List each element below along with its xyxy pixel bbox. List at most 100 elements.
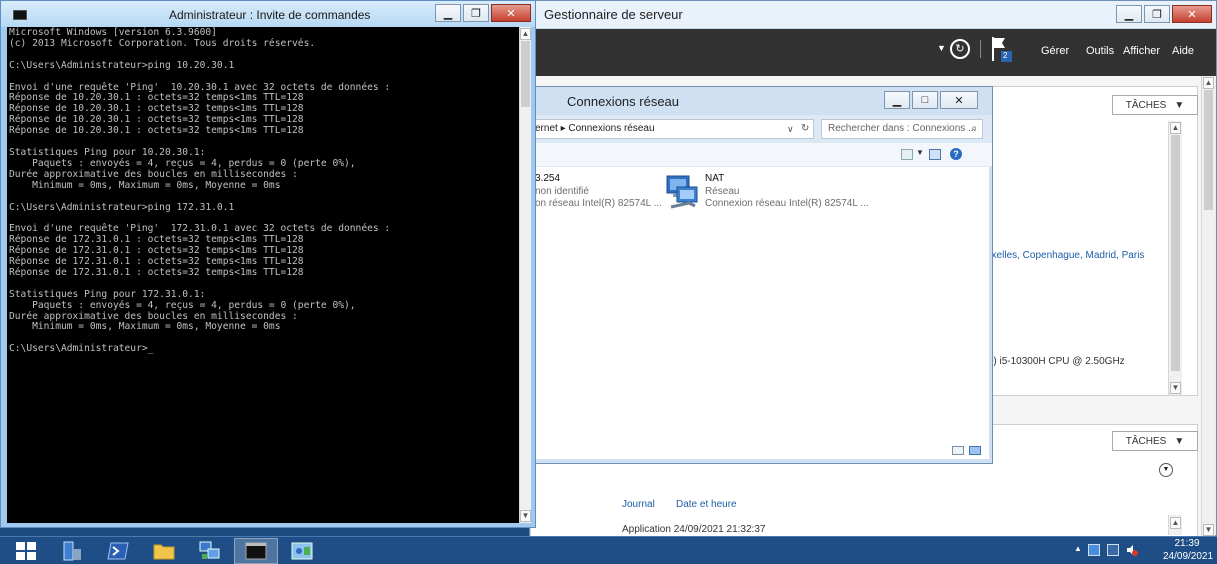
console-text: Microsoft Windows [version 6.3.9600] (c)… xyxy=(9,27,391,355)
scroll-up-icon[interactable]: ▲ xyxy=(1170,122,1181,134)
menu-manage[interactable]: Gérer xyxy=(1041,45,1069,57)
details-view-icon[interactable] xyxy=(952,446,964,455)
powershell-icon xyxy=(107,542,129,560)
refresh-icon[interactable]: ↻ xyxy=(950,39,970,59)
maximize-button[interactable]: ❐ xyxy=(1144,5,1170,23)
taskbar-server-manager[interactable] xyxy=(50,538,94,564)
taskbar-network-connections[interactable] xyxy=(188,538,232,564)
console-scroll-thumb[interactable] xyxy=(521,41,530,107)
menu-tools[interactable]: Outils xyxy=(1086,45,1114,57)
network-connections-titlebar[interactable]: Connexions réseau ▁ □ ✕ xyxy=(530,87,992,115)
flag-icon[interactable]: 2 xyxy=(991,35,1013,63)
chevron-down-icon: ▼ xyxy=(1174,99,1185,111)
server-manager-header: ▼ ↻ 2 Gérer Outils Afficher Aide xyxy=(530,29,1216,76)
maximize-button[interactable]: ❐ xyxy=(463,4,489,22)
events-tasks-dropdown-button[interactable]: TÂCHES ▼ xyxy=(1112,431,1198,451)
tray-expand-icon[interactable]: ▲ xyxy=(1074,544,1082,553)
taskbar-control-panel[interactable] xyxy=(280,538,324,564)
network-tray-icon[interactable] xyxy=(1107,544,1119,556)
address-bar-row: ernet ▸ Connexions réseau ∨ ↻ Rechercher… xyxy=(530,115,992,143)
menu-view[interactable]: Afficher xyxy=(1123,45,1160,57)
command-prompt-title: Administrateur : Invite de commandes xyxy=(169,8,371,22)
windows-logo-icon xyxy=(16,542,36,560)
taskbar-command-prompt[interactable] xyxy=(234,538,278,564)
tasks-label: TÂCHES xyxy=(1125,99,1167,111)
address-dropdown-icon[interactable]: ∨ xyxy=(787,120,794,138)
network-icon xyxy=(199,541,220,559)
scroll-thumb[interactable] xyxy=(1171,135,1180,371)
command-prompt-window: Administrateur : Invite de commandes ▁ ❐… xyxy=(0,0,536,528)
help-icon[interactable]: ? xyxy=(950,148,962,160)
clock-date: 24/09/2021 xyxy=(1163,551,1214,562)
scroll-up-icon[interactable]: ▲ xyxy=(1170,517,1181,529)
search-input[interactable]: Rechercher dans : Connexions ... ⌕ xyxy=(821,119,983,139)
system-clock[interactable]: 21:39 24/09/2021 xyxy=(1163,537,1214,563)
adapter-device: on réseau Intel(R) 82574L ... xyxy=(535,198,662,209)
cmd-icon xyxy=(245,542,267,560)
timezone-link[interactable]: uxelles, Copenhague, Madrid, Paris xyxy=(986,250,1144,261)
close-button[interactable]: ✕ xyxy=(491,4,531,22)
close-button[interactable]: ✕ xyxy=(940,91,978,109)
scroll-up-icon[interactable]: ▲ xyxy=(520,28,531,40)
scroll-down-icon[interactable]: ▼ xyxy=(520,510,531,522)
console-icon xyxy=(13,10,27,20)
network-connections-window: Connexions réseau ▁ □ ✕ ernet ▸ Connexio… xyxy=(529,86,993,464)
adapter-item-nat[interactable]: NAT Réseau Connexion réseau Intel(R) 825… xyxy=(661,171,991,217)
adapter-item-lan[interactable]: 3.254 non identifié on réseau Intel(R) 8… xyxy=(535,173,665,217)
adapter-status: Réseau xyxy=(705,186,740,197)
notification-count: 2 xyxy=(1003,51,1008,60)
properties-scrollbar[interactable]: ▲ ▼ xyxy=(1168,121,1182,395)
breadcrumb-current[interactable]: Connexions réseau xyxy=(568,123,654,134)
main-scrollbar[interactable]: ▲ ▼ xyxy=(1201,76,1215,537)
tab-journal[interactable]: Journal xyxy=(622,499,655,510)
close-button[interactable]: ✕ xyxy=(1172,5,1212,23)
preview-pane-icon[interactable] xyxy=(929,149,941,160)
console-scrollbar[interactable]: ▲ ▼ xyxy=(519,27,531,523)
tab-date-time[interactable]: Date et heure xyxy=(676,499,737,510)
network-toolbar: ▼ ? xyxy=(530,143,992,167)
scroll-down-icon[interactable]: ▼ xyxy=(1170,382,1181,394)
server-manager-title: Gestionnaire de serveur xyxy=(544,7,683,22)
expand-circle-icon[interactable]: ▼ xyxy=(1159,463,1173,477)
events-tasks-label: TÂCHES xyxy=(1125,435,1167,447)
server-manager-titlebar[interactable]: Gestionnaire de serveur ▁ ❐ ✕ xyxy=(530,1,1216,29)
scroll-down-icon[interactable]: ▼ xyxy=(1203,524,1214,536)
chevron-down-icon: ▼ xyxy=(1174,435,1185,447)
maximize-button[interactable]: □ xyxy=(912,91,938,109)
clock-time: 21:39 xyxy=(1174,538,1200,549)
control-panel-icon xyxy=(291,542,313,560)
large-icons-view-icon[interactable] xyxy=(969,446,981,455)
main-scroll-thumb[interactable] xyxy=(1204,90,1213,210)
address-bar[interactable]: ernet ▸ Connexions réseau ∨ ↻ xyxy=(530,119,814,139)
cpu-info: ®) i5-10300H CPU @ 2.50GHz xyxy=(986,356,1125,367)
search-icon[interactable]: ⌕ xyxy=(971,120,977,138)
adapter-status: non identifié xyxy=(535,186,589,197)
folder-icon xyxy=(153,544,175,560)
events-scrollbar[interactable]: ▲ xyxy=(1168,515,1182,535)
search-placeholder: Rechercher dans : Connexions ... xyxy=(828,123,977,134)
console-output[interactable]: Microsoft Windows [version 6.3.9600] (c)… xyxy=(7,27,519,523)
minimize-button[interactable]: ▁ xyxy=(435,4,461,22)
chevron-down-icon[interactable]: ▼ xyxy=(916,148,924,157)
adapter-name: NAT xyxy=(705,173,725,184)
flag-notification-icon[interactable] xyxy=(1088,544,1100,556)
minimize-button[interactable]: ▁ xyxy=(1116,5,1142,23)
taskbar: ▲ 21:39 24/09/2021 xyxy=(0,536,1217,564)
connections-list: 3.254 non identifié on réseau Intel(R) 8… xyxy=(535,167,989,459)
dropdown-arrow-icon[interactable]: ▼ xyxy=(937,43,946,53)
menu-help[interactable]: Aide xyxy=(1172,45,1194,57)
command-prompt-titlebar[interactable]: Administrateur : Invite de commandes ▁ ❐… xyxy=(1,1,535,27)
breadcrumb-parent[interactable]: ernet xyxy=(535,123,558,134)
event-row[interactable]: Application 24/09/2021 21:32:37 xyxy=(622,524,765,535)
start-button[interactable] xyxy=(4,538,48,564)
view-options-icon[interactable] xyxy=(901,149,913,160)
taskbar-powershell[interactable] xyxy=(96,538,140,564)
scroll-up-icon[interactable]: ▲ xyxy=(1203,77,1214,89)
refresh-icon[interactable]: ↻ xyxy=(801,120,809,138)
taskbar-file-explorer[interactable] xyxy=(142,538,186,564)
volume-muted-icon[interactable] xyxy=(1126,544,1138,556)
tasks-dropdown-button[interactable]: TÂCHES ▼ xyxy=(1112,95,1198,115)
minimize-button[interactable]: ▁ xyxy=(884,91,910,109)
adapter-name: 3.254 xyxy=(535,173,561,184)
network-connections-title: Connexions réseau xyxy=(567,94,680,109)
